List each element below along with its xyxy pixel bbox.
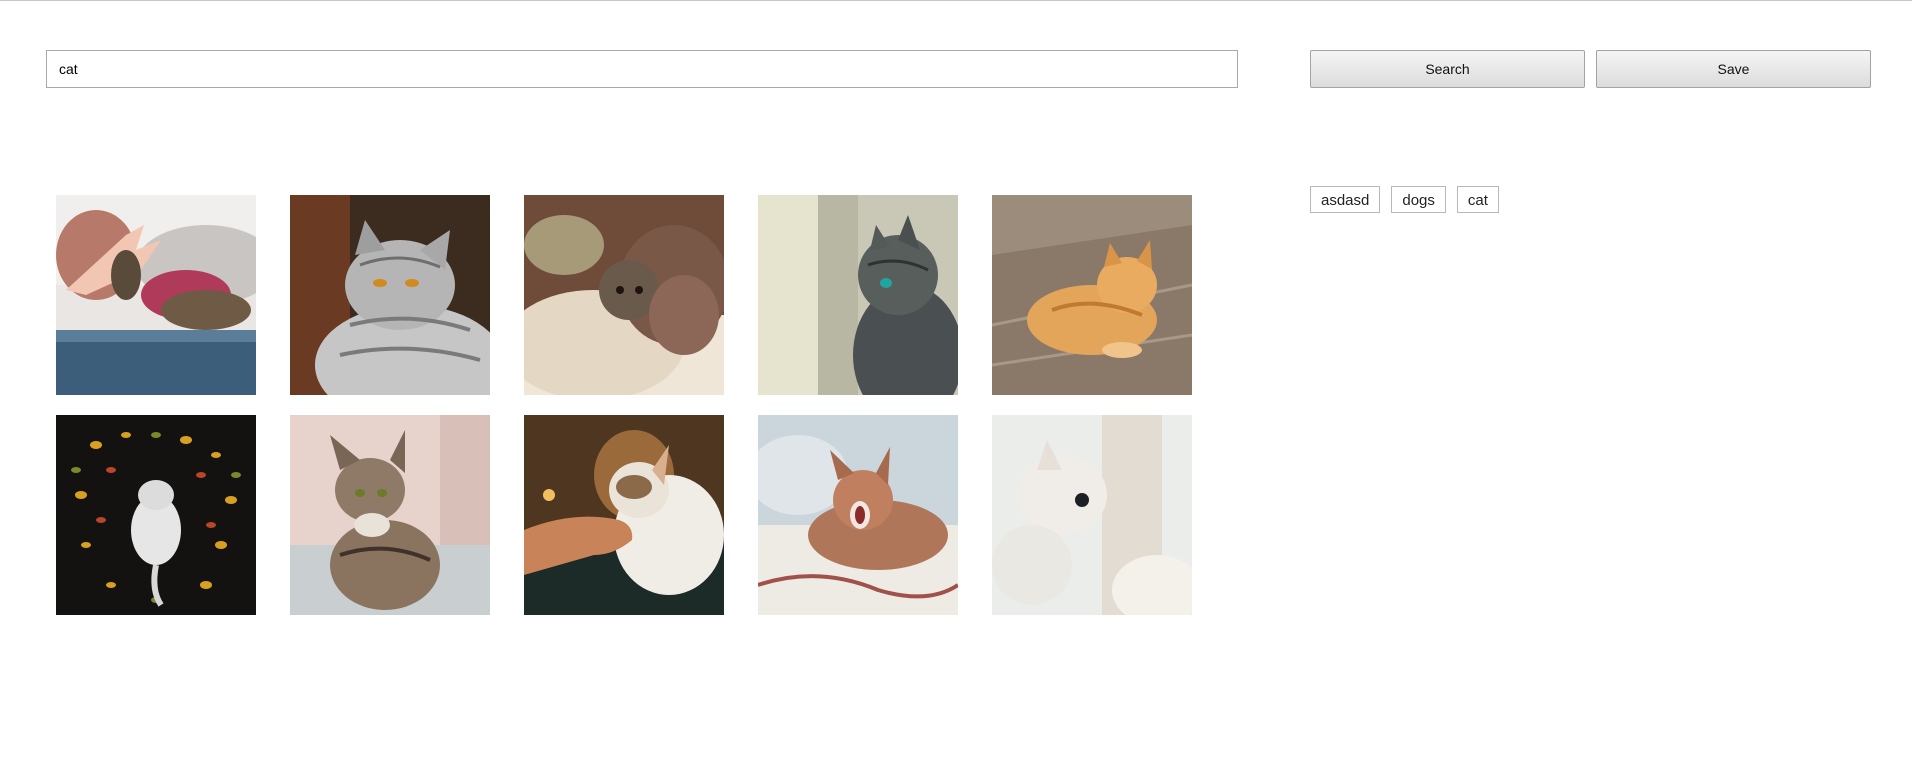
image-hand-petting-cat[interactable] bbox=[524, 415, 724, 615]
tag-dogs[interactable]: dogs bbox=[1391, 186, 1446, 213]
save-button[interactable]: Save bbox=[1596, 50, 1871, 88]
search-button[interactable]: Search bbox=[1310, 50, 1585, 88]
image-hand-highfive-cat[interactable] bbox=[56, 195, 256, 395]
image-results-grid bbox=[56, 195, 1192, 615]
image-white-fluffy-cat[interactable] bbox=[992, 415, 1192, 615]
tag-asdasd[interactable]: asdasd bbox=[1310, 186, 1381, 213]
image-orange-cat-on-floor[interactable] bbox=[992, 195, 1192, 395]
tag-cat[interactable]: cat bbox=[1456, 186, 1499, 213]
search-input[interactable] bbox=[46, 50, 1238, 88]
image-silver-tabby-cat[interactable] bbox=[290, 195, 490, 395]
image-grey-tabby-cat-profile[interactable] bbox=[758, 195, 958, 395]
image-white-kitten-with-leaves[interactable] bbox=[56, 415, 256, 615]
app-page: Search Save asdasd dogs cat bbox=[0, 0, 1912, 783]
image-cat-under-blanket[interactable] bbox=[524, 195, 724, 395]
image-tabby-kitten-on-couch[interactable] bbox=[290, 415, 490, 615]
image-yawning-ginger-cat[interactable] bbox=[758, 415, 958, 615]
saved-tags: asdasd dogs cat bbox=[1310, 186, 1499, 213]
